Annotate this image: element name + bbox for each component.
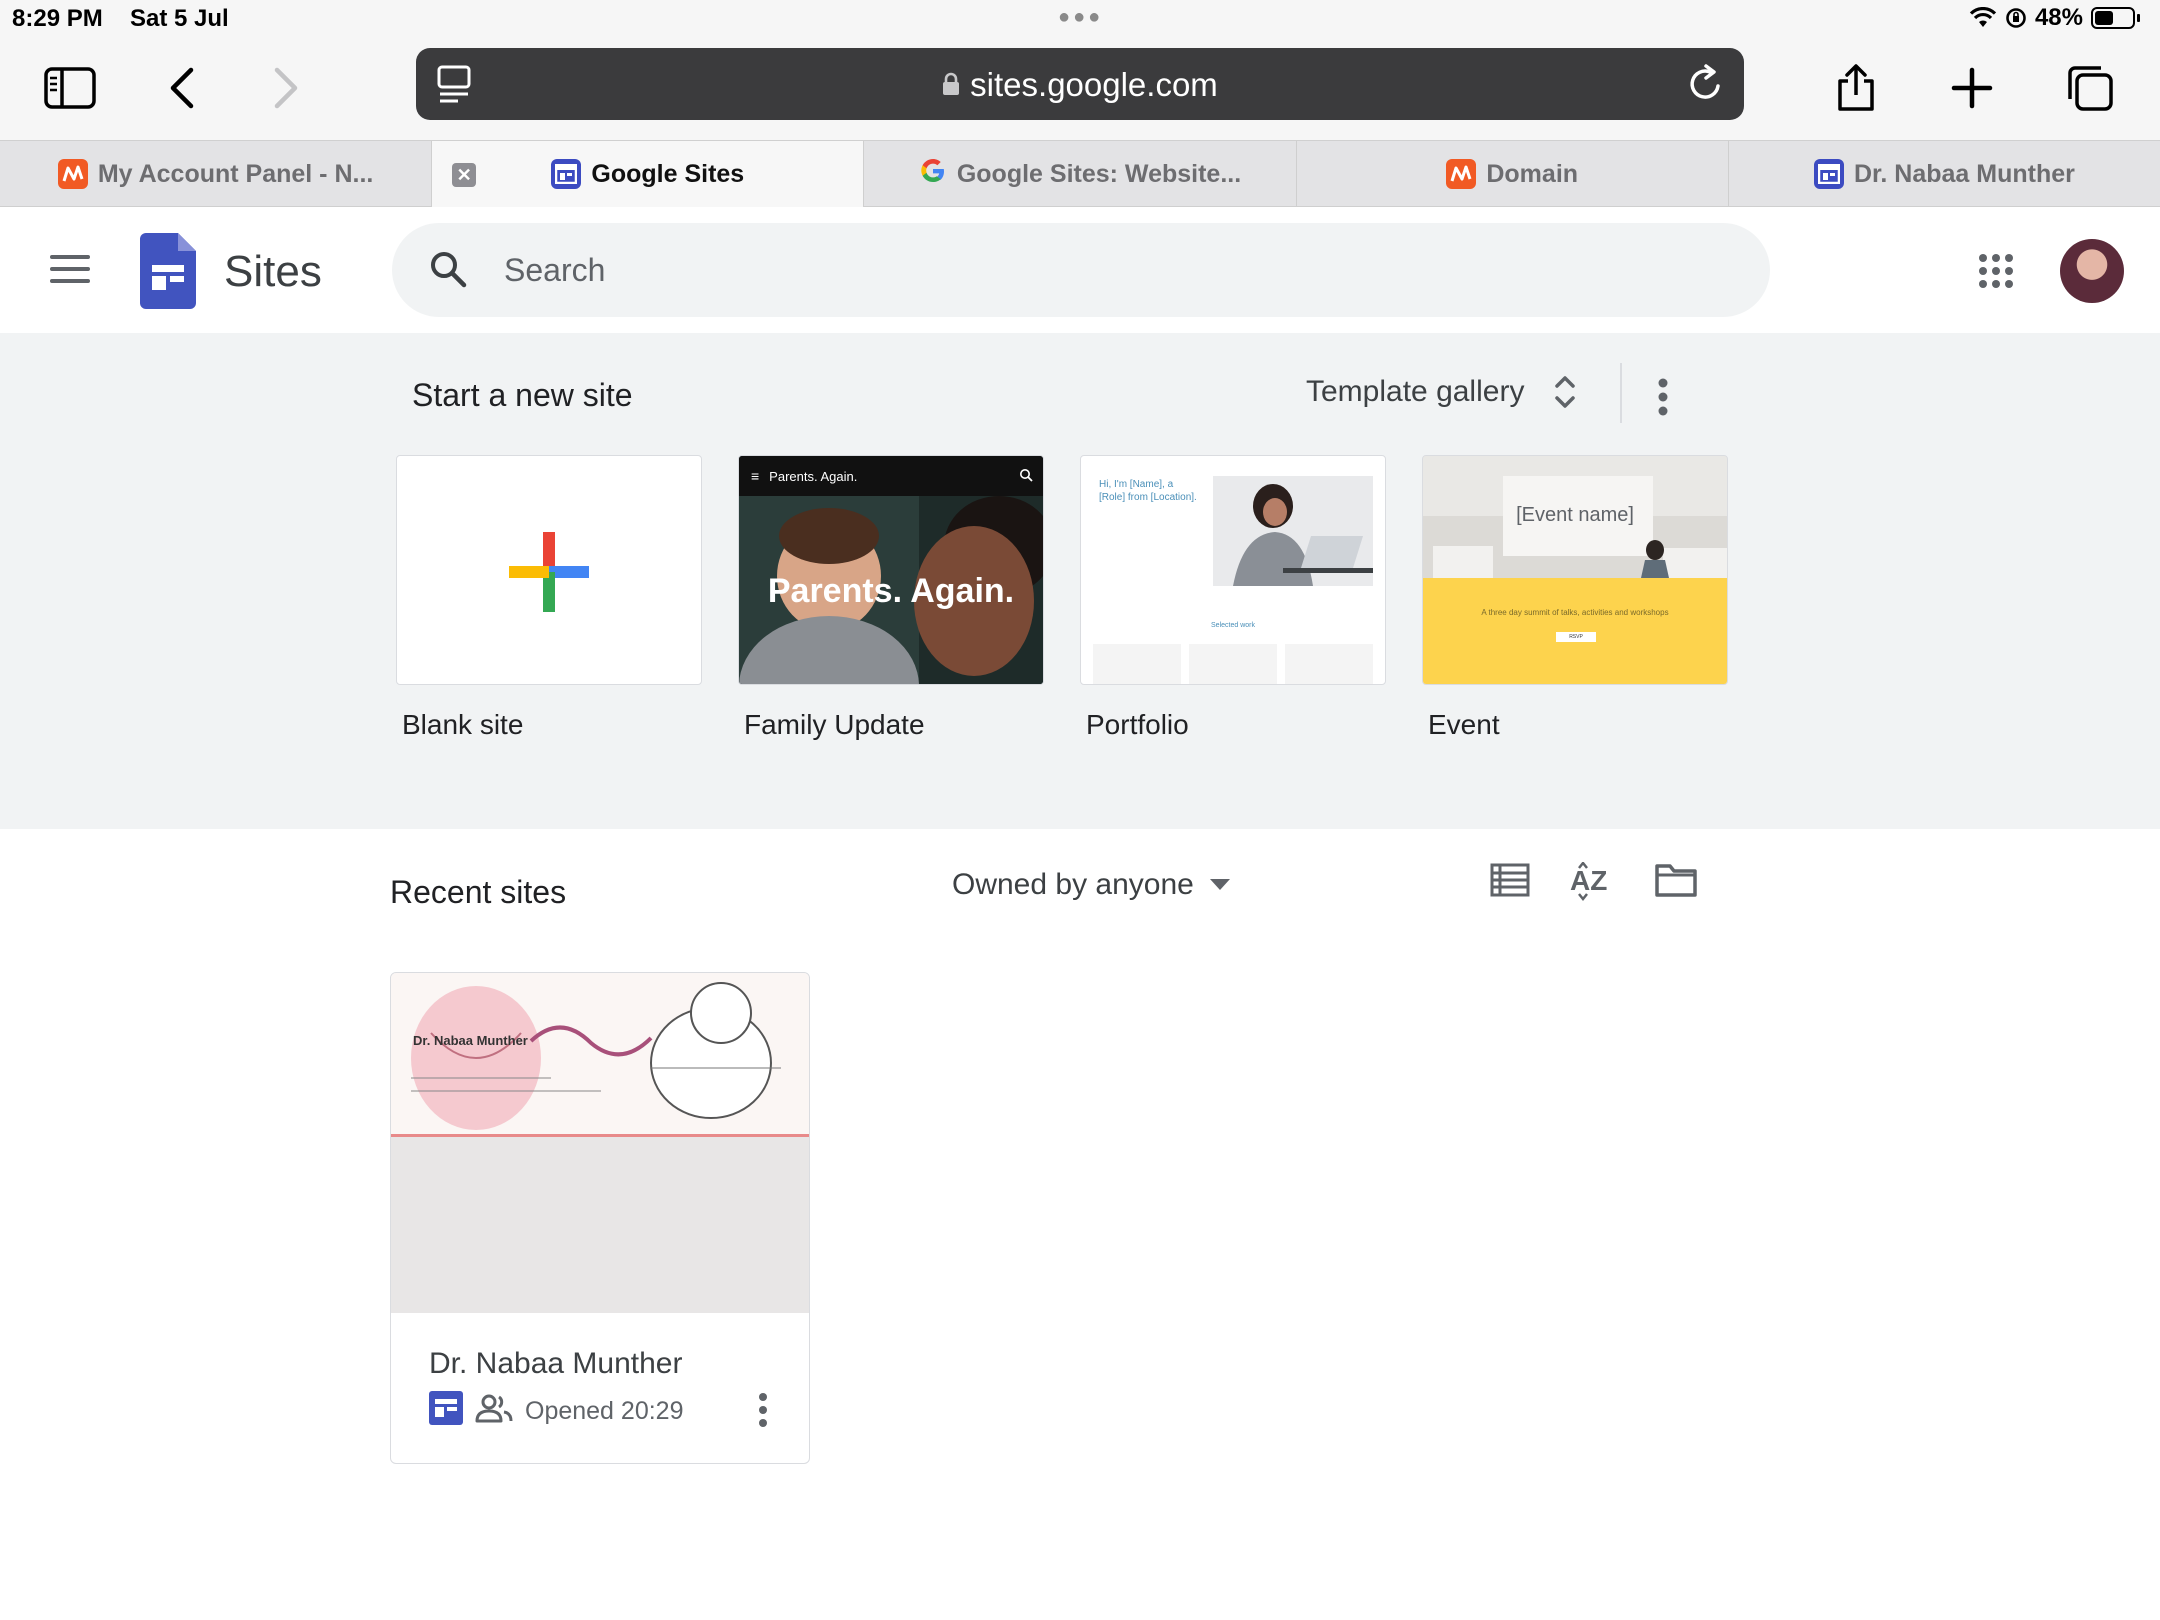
status-date: Sat 5 Jul (130, 5, 229, 32)
site-thumbnail[interactable]: Dr. Nabaa Munther (391, 973, 809, 1313)
namecheap-icon (1446, 159, 1477, 189)
status-time: 8:29 PM (12, 5, 103, 32)
thumb-heading: Parents. Again. (767, 572, 1015, 610)
account-avatar[interactable] (2060, 239, 2124, 303)
view-controls: AZ (1490, 860, 1698, 907)
divider (1620, 363, 1622, 423)
site-meta: Opened 20:29 (429, 1391, 683, 1432)
search-bar[interactable] (392, 223, 1770, 317)
multitasking-dots-icon[interactable]: ●●● (1058, 6, 1103, 29)
tab-dr-nabaa-munther[interactable]: Dr. Nabaa Munther (1729, 141, 2160, 207)
template-thumbnail[interactable] (396, 455, 702, 685)
owner-filter-label: Owned by anyone (952, 868, 1194, 901)
recent-site-card[interactable]: Dr. Nabaa Munther Dr. Nabaa Munther Open… (390, 972, 810, 1464)
search-input[interactable] (504, 223, 1704, 317)
sidebar-toggle-icon[interactable] (40, 58, 100, 118)
sort-az-icon[interactable]: AZ (1570, 860, 1614, 907)
battery-icon (2091, 7, 2135, 29)
template-thumbnail[interactable]: [Event name] A three day summit of talks… (1422, 455, 1728, 685)
template-thumbnail[interactable]: ≡ Parents. Again. Parents. Again. (738, 455, 1044, 685)
thumb-heading: [Event name] (1516, 504, 1634, 526)
new-tab-icon[interactable] (1942, 58, 2002, 118)
url-text: sites.google.com (970, 66, 1218, 103)
namecheap-icon (57, 159, 88, 189)
app-title[interactable]: Sites (224, 247, 322, 297)
tab-label: Domain (1486, 159, 1579, 188)
google-sites-logo-icon[interactable] (140, 233, 196, 314)
reload-icon[interactable] (1686, 62, 1726, 109)
tab-label: My Account Panel - N... (97, 159, 374, 188)
tab-label: Google Sites: Website... (956, 159, 1242, 188)
more-options-icon[interactable] (757, 1391, 769, 1434)
search-icon[interactable] (428, 249, 468, 294)
owner-filter-dropdown[interactable]: Owned by anyone (952, 868, 1230, 902)
template-label: Portfolio (1086, 709, 1189, 740)
opened-time: Opened 20:29 (525, 1397, 684, 1425)
template-family-update[interactable]: ≡ Parents. Again. Parents. Again. Family… (738, 455, 1044, 740)
google-sites-icon (1813, 159, 1844, 189)
google-sites-icon (551, 159, 582, 189)
google-apps-icon[interactable] (1978, 253, 2014, 294)
svg-text:AZ: AZ (1570, 865, 1607, 896)
search-icon (1019, 468, 1033, 485)
section-title: Start a new site (412, 377, 633, 413)
menu-icon: ≡ (751, 468, 760, 484)
thumb-footer-text: Selected work (1211, 622, 1255, 629)
status-bar: 8:29 PM Sat 5 Jul ●●● 48% (0, 0, 2160, 40)
thumb-description: A three day summit of talks, activities … (1481, 608, 1669, 617)
share-icon[interactable] (1826, 58, 1886, 118)
dropdown-arrow-icon (1209, 879, 1230, 890)
recent-sites-title: Recent sites (390, 874, 567, 910)
tab-domain[interactable]: Domain (1297, 141, 1729, 207)
thumb-intro-text: Hi, I'm [Name], a [Role] from [Location]… (1099, 479, 1197, 503)
embryo-illustration (411, 982, 781, 1130)
template-label: Blank site (402, 709, 524, 740)
template-event[interactable]: [Event name] A three day summit of talks… (1422, 455, 1728, 740)
tab-google-sites[interactable]: ✕ Google Sites (432, 141, 865, 207)
google-plus-icon (509, 532, 589, 612)
tab-my-account-panel[interactable]: My Account Panel - N... (0, 141, 433, 207)
thumb-heading: Dr. Nabaa Munther (413, 1033, 528, 1048)
tab-google-sites-website[interactable]: Google Sites: Website... (864, 141, 1297, 207)
shared-icon (475, 1393, 513, 1430)
site-title[interactable]: Dr. Nabaa Munther (429, 1347, 682, 1381)
orientation-lock-icon (2006, 8, 2026, 28)
thumb-rsvp-button: RSVP (1556, 632, 1596, 642)
lock-icon (942, 66, 960, 104)
template-gallery-button[interactable]: Template gallery (1306, 373, 1576, 411)
more-options-icon[interactable] (1656, 377, 1670, 422)
template-gallery-label: Template gallery (1306, 375, 1525, 408)
template-portfolio[interactable]: Hi, I'm [Name], a [Role] from [Location]… (1080, 455, 1386, 740)
address-bar[interactable]: sites.google.com (416, 48, 1744, 120)
template-thumbnail[interactable]: Hi, I'm [Name], a [Role] from [Location]… (1080, 455, 1386, 685)
list-view-icon[interactable] (1490, 862, 1530, 907)
template-label: Family Update (744, 709, 925, 740)
app-header: Sites (0, 207, 2160, 333)
portfolio-photo (1213, 476, 1373, 586)
folder-icon[interactable] (1654, 862, 1698, 907)
tab-label: Google Sites (591, 159, 745, 188)
browser-toolbar: sites.google.com (0, 40, 2160, 140)
google-sites-icon (429, 1391, 463, 1432)
google-icon (919, 157, 947, 192)
back-icon[interactable] (152, 58, 212, 118)
forward-icon[interactable] (256, 58, 316, 118)
unfold-icon (1555, 376, 1576, 408)
close-tab-icon[interactable]: ✕ (452, 163, 477, 187)
battery-percent: 48% (2034, 4, 2083, 31)
tab-label: Dr. Nabaa Munther (1853, 159, 2075, 188)
wifi-icon (1969, 7, 1997, 27)
status-indicators: 48% (1969, 4, 2140, 32)
template-label: Event (1428, 709, 1500, 740)
start-new-site-section: Start a new site Template gallery Blank … (0, 333, 2160, 829)
tab-bar: My Account Panel - N... ✕ Google Sites G… (0, 140, 2160, 207)
main-menu-icon[interactable] (50, 255, 90, 285)
template-blank-site[interactable]: Blank site (396, 455, 702, 740)
tab-overview-icon[interactable] (2060, 58, 2120, 118)
thumb-site-name: Parents. Again. (769, 468, 858, 484)
